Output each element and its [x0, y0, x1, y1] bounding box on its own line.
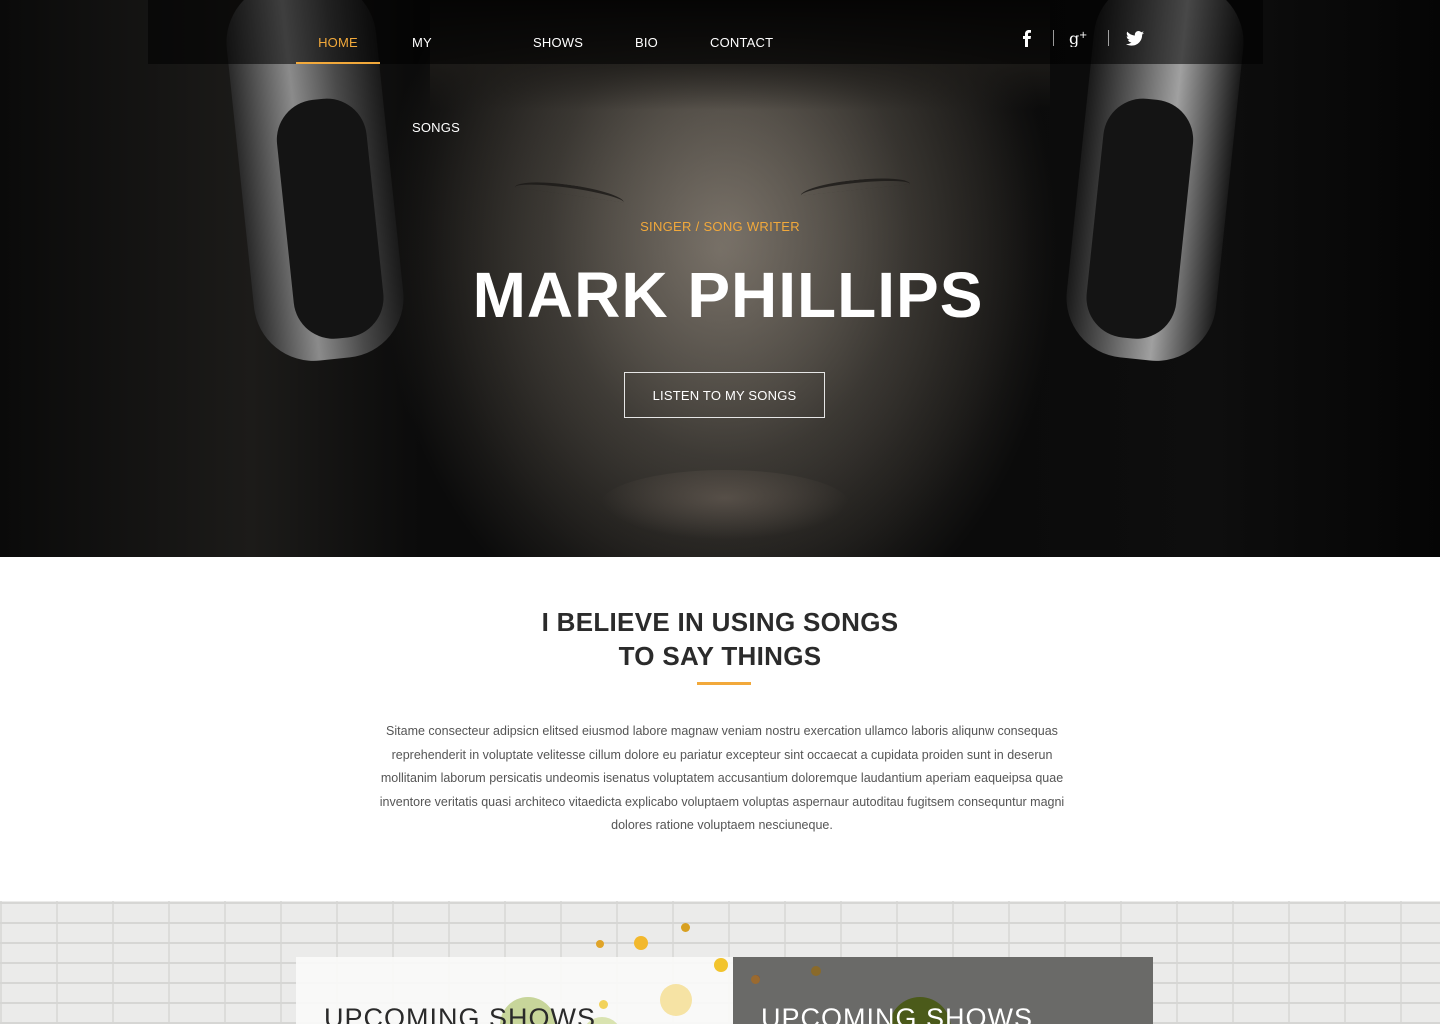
decor-blob [660, 984, 692, 1016]
google-plus-icon[interactable]: g + [1068, 26, 1092, 50]
hero-section: HOME MY SONGS SHOWS BIO CONTACT g + SINGE… [0, 0, 1440, 557]
nav-contact[interactable]: CONTACT [710, 0, 773, 64]
listen-songs-button[interactable]: LISTEN TO MY SONGS [624, 372, 825, 418]
twitter-icon[interactable] [1123, 26, 1147, 50]
about-underline [697, 682, 751, 685]
hero-subtitle: SINGER / SONG WRITER [640, 219, 800, 234]
upcoming-shows-card-left: UPCOMING SHOWS [296, 957, 733, 1024]
decor-dot [714, 958, 728, 972]
upcoming-shows-card-right: UPCOMING SHOWS [733, 957, 1153, 1024]
about-title: I BELIEVE IN USING SONGS TO SAY THINGS [0, 605, 1440, 673]
social-divider [1053, 30, 1054, 46]
decor-dot [811, 966, 821, 976]
about-title-line2: TO SAY THINGS [618, 641, 822, 671]
svg-text:g: g [1069, 29, 1079, 47]
main-nav: HOME MY SONGS SHOWS BIO CONTACT [148, 0, 773, 135]
about-title-line1: I BELIEVE IN USING SONGS [541, 607, 899, 637]
about-text: Sitame consecteur adipsicn elitsed eiusm… [379, 724, 1065, 832]
upcoming-shows-title: UPCOMING SHOWS [761, 1003, 1034, 1024]
decor-dot [599, 1000, 608, 1009]
nav-shows[interactable]: SHOWS [533, 0, 583, 64]
decor-dot [751, 975, 760, 984]
decor-dot [634, 936, 648, 950]
hero-title: MARK PHILLIPS [472, 259, 984, 331]
nav-home[interactable]: HOME [296, 0, 380, 64]
nav-bio[interactable]: BIO [635, 0, 660, 64]
decor-dot [681, 923, 690, 932]
social-divider [1108, 30, 1109, 46]
social-links: g + [1014, 26, 1147, 50]
decor-dot [596, 940, 604, 948]
svg-text:+: + [1079, 30, 1087, 41]
nav-my-songs[interactable]: MY SONGS [412, 0, 482, 135]
upcoming-shows-title: UPCOMING SHOWS [324, 1003, 597, 1024]
facebook-icon[interactable] [1014, 26, 1038, 50]
lips [600, 470, 850, 540]
